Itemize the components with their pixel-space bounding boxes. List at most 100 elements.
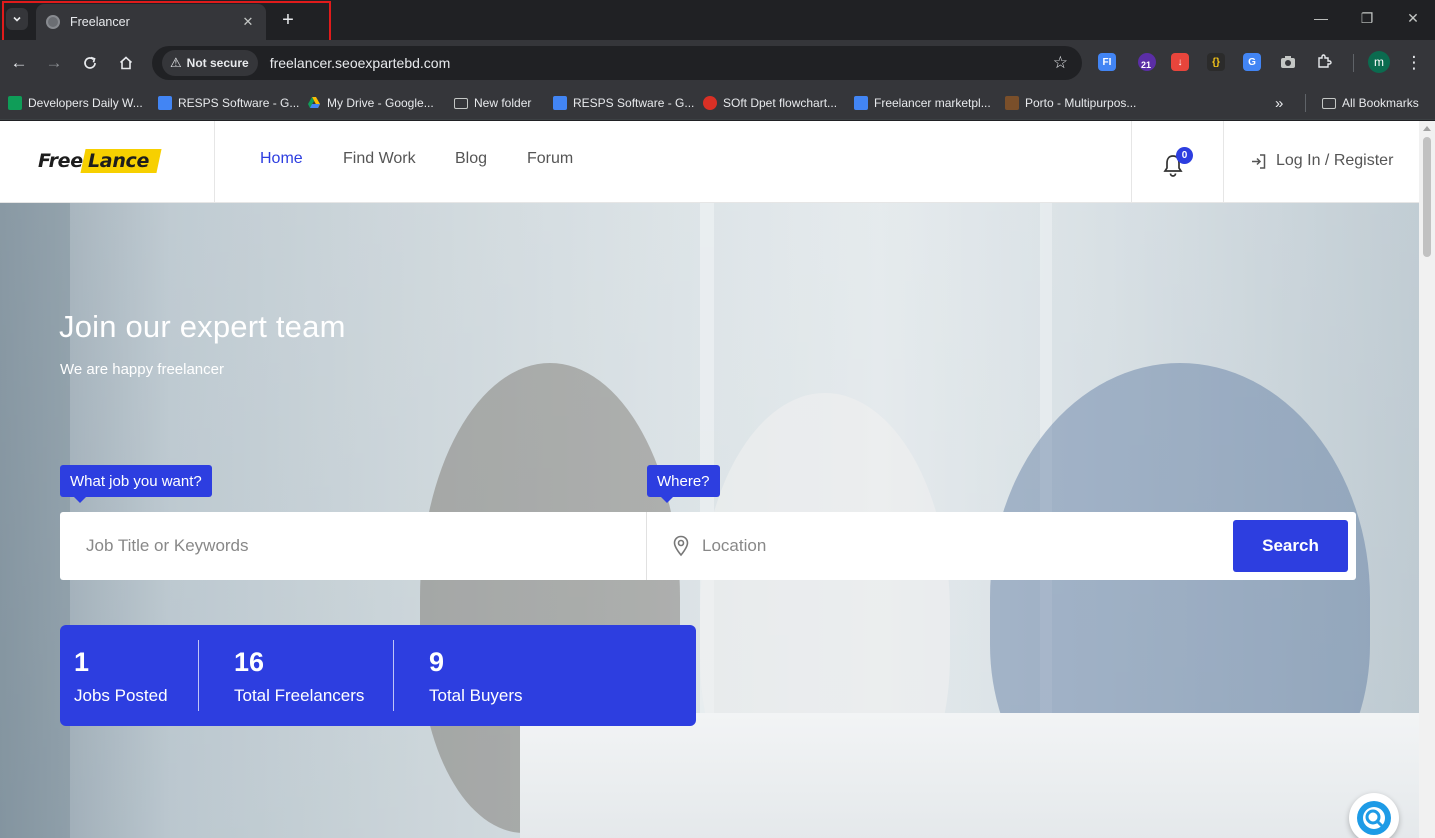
- chat-search-icon: [1357, 801, 1391, 835]
- search-divider: [646, 512, 647, 580]
- bookmark-label: My Drive - Google...: [327, 96, 434, 110]
- camera-icon[interactable]: [1279, 53, 1297, 71]
- all-bookmarks-button[interactable]: All Bookmarks: [1322, 93, 1419, 113]
- bookmarks-overflow-button[interactable]: »: [1275, 93, 1283, 113]
- stat-value: 9: [429, 647, 445, 677]
- security-label: Not secure: [186, 56, 249, 70]
- chat-widget-button[interactable]: [1349, 793, 1399, 838]
- search-bar: Search: [60, 512, 1356, 580]
- header-divider: [1223, 121, 1224, 203]
- bookmark-label: Porto - Multipurpos...: [1025, 96, 1137, 110]
- docs-icon: [854, 96, 868, 110]
- stat-divider: [198, 640, 199, 711]
- bookmark-label: SOft Dpet flowchart...: [723, 96, 838, 110]
- forward-arrow-icon[interactable]: →: [43, 52, 65, 74]
- tab-strip: Freelancer ✕ + — ❐ ✕: [0, 0, 1435, 42]
- logo-text-lance: Lance: [87, 150, 149, 172]
- docs-icon: [158, 96, 172, 110]
- stat-label: Total Buyers: [429, 686, 523, 705]
- search-button[interactable]: Search: [1233, 520, 1348, 572]
- freelance-logo[interactable]: Free Lance: [38, 147, 162, 175]
- fi-extension-icon[interactable]: FI: [1098, 53, 1116, 71]
- profile-avatar[interactable]: m: [1368, 51, 1390, 73]
- stat-value: 1: [74, 647, 90, 677]
- login-register-link[interactable]: Log In / Register: [1250, 152, 1393, 170]
- all-bookmarks-label: All Bookmarks: [1342, 96, 1419, 110]
- docs-icon: [553, 96, 567, 110]
- bookmark-label: Developers Daily W...: [28, 96, 143, 110]
- scroll-thumb[interactable]: [1423, 137, 1431, 257]
- scroll-up-icon[interactable]: [1423, 126, 1431, 131]
- notification-badge: 0: [1176, 147, 1193, 164]
- stat-divider: [393, 640, 394, 711]
- hero-section: Join our expert team We are happy freela…: [0, 203, 1419, 838]
- bookmark-item[interactable]: New folder: [454, 93, 531, 113]
- restore-icon[interactable]: ❐: [1357, 10, 1377, 27]
- login-icon: [1252, 153, 1266, 169]
- page-scrollbar[interactable]: [1419, 121, 1435, 838]
- translate-extension-icon[interactable]: G: [1243, 53, 1261, 71]
- browser-toolbar: ← → ⚠ Not secure freelancer.seoexpartebd…: [0, 40, 1435, 86]
- tab-freelancer[interactable]: Freelancer ✕: [36, 4, 266, 40]
- chevron-down-icon: [13, 16, 21, 22]
- back-arrow-icon[interactable]: ←: [8, 52, 30, 74]
- porto-icon: [1005, 96, 1019, 110]
- home-icon[interactable]: [115, 52, 137, 74]
- window-close-icon[interactable]: ✕: [1403, 10, 1423, 27]
- login-label: Log In / Register: [1276, 152, 1394, 169]
- nav-blog[interactable]: Blog: [455, 150, 487, 168]
- logo-text-free: Free: [38, 150, 83, 172]
- minimize-icon[interactable]: —: [1311, 10, 1331, 26]
- header-divider: [1131, 121, 1132, 203]
- calendar-extension-icon[interactable]: 21: [1138, 53, 1156, 71]
- where-tag: Where?: [647, 465, 720, 503]
- bookmark-item[interactable]: My Drive - Google...: [307, 93, 434, 113]
- web-page: Free Lance Home Find Work Blog Forum 0 L…: [0, 121, 1419, 838]
- bookmark-item[interactable]: Freelancer marketpl...: [854, 93, 991, 113]
- warning-icon: ⚠: [170, 55, 182, 70]
- bookmark-label: RESPS Software - G...: [178, 96, 300, 110]
- folder-icon: [1322, 97, 1336, 109]
- extension-badge: 21: [1141, 60, 1152, 70]
- tab-search-button[interactable]: [6, 8, 28, 30]
- address-bar[interactable]: ⚠ Not secure freelancer.seoexpartebd.com…: [152, 46, 1082, 80]
- security-chip[interactable]: ⚠ Not secure: [162, 50, 258, 76]
- bookmark-item[interactable]: SOft Dpet flowchart...: [703, 93, 837, 113]
- location-input[interactable]: [702, 526, 1212, 566]
- bookmark-item[interactable]: RESPS Software - G...: [553, 93, 694, 113]
- tab-title: Freelancer: [70, 15, 130, 29]
- nav-find-work[interactable]: Find Work: [343, 150, 416, 168]
- bookmark-label: RESPS Software - G...: [573, 96, 695, 110]
- bookmark-item[interactable]: Developers Daily W...: [8, 93, 143, 113]
- nav-forum[interactable]: Forum: [527, 150, 573, 168]
- close-icon[interactable]: ✕: [240, 14, 256, 30]
- new-tab-button[interactable]: +: [276, 8, 300, 32]
- job-keyword-input[interactable]: [86, 526, 626, 566]
- json-extension-icon[interactable]: {}: [1207, 53, 1225, 71]
- site-header: Free Lance Home Find Work Blog Forum 0 L…: [0, 121, 1419, 203]
- bookmark-star-icon[interactable]: ☆: [1053, 53, 1068, 73]
- stat-label: Jobs Posted: [74, 686, 168, 705]
- globe-icon: [46, 15, 60, 29]
- puzzle-extensions-icon[interactable]: [1315, 53, 1333, 71]
- kebab-menu-icon[interactable]: ⋮: [1403, 52, 1425, 74]
- reload-icon[interactable]: [79, 52, 101, 74]
- job-tag: What job you want?: [60, 465, 212, 503]
- bookmark-item[interactable]: Porto - Multipurpos...: [1005, 93, 1136, 113]
- stats-panel: 1 Jobs Posted 16 Total Freelancers 9 Tot…: [60, 625, 696, 726]
- bookmark-item[interactable]: RESPS Software - G...: [158, 93, 299, 113]
- hero-desk: [520, 713, 1419, 838]
- nav-home[interactable]: Home: [260, 150, 303, 168]
- toolbar-divider: [1353, 54, 1354, 72]
- bookmarks-bar: Developers Daily W... RESPS Software - G…: [0, 86, 1435, 120]
- hero-subtitle: We are happy freelancer: [60, 361, 224, 378]
- flowchart-icon: [703, 96, 717, 110]
- sheets-icon: [8, 96, 22, 110]
- logo-text-lance-box: Lance: [80, 149, 162, 173]
- bookmarks-divider: [1305, 94, 1306, 112]
- download-extension-icon[interactable]: ↓: [1171, 53, 1189, 71]
- stat-label: Total Freelancers: [234, 686, 365, 705]
- header-divider: [214, 121, 215, 203]
- url-text[interactable]: freelancer.seoexpartebd.com: [270, 55, 451, 71]
- hero-title: Join our expert team: [59, 309, 346, 344]
